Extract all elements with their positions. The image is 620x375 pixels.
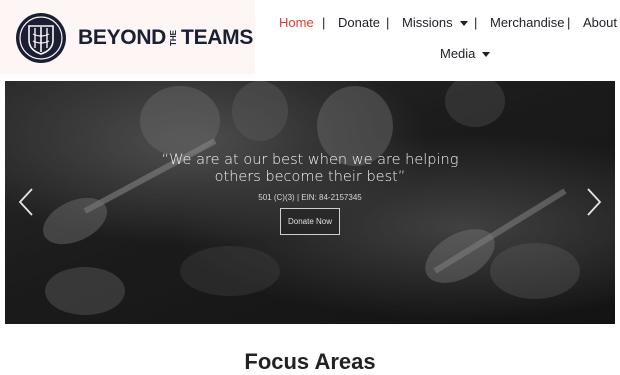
main-nav: Home | Donate | Missions | Merchandise |… (260, 0, 620, 74)
logo-word-teams: TEAMS (181, 26, 254, 49)
chevron-down-icon (482, 52, 491, 58)
nav-separator: | (474, 15, 478, 30)
anchor-shield-icon (16, 13, 66, 63)
nav-media-label: Media (440, 46, 476, 61)
nav-donate[interactable]: Donate (338, 15, 380, 30)
hero-overlay (5, 81, 615, 324)
nav-separator: | (386, 15, 390, 30)
donate-now-button[interactable]: Donate Now (280, 208, 340, 235)
hero-quote: “We are at our best when we are helping … (161, 152, 459, 185)
chevron-down-icon (459, 21, 468, 27)
logo-word-beyond: BEYOND (78, 26, 167, 49)
chevron-right-icon[interactable] (586, 187, 602, 217)
nav-separator: | (567, 15, 571, 30)
nav-missions[interactable]: Missions (402, 15, 468, 30)
logo-word-the: THE (169, 30, 179, 46)
nav-media[interactable]: Media (440, 46, 491, 61)
nav-merchandise[interactable]: Merchandise (490, 15, 564, 30)
logo-panel[interactable]: BEYOND THE TEAMS (0, 0, 255, 74)
nav-about[interactable]: About U (583, 15, 620, 30)
nav-home[interactable]: Home (279, 15, 314, 30)
nav-missions-label: Missions (402, 15, 453, 30)
section-title: Focus Areas (244, 349, 376, 375)
hero-slider: “We are at our best when we are helping … (5, 81, 615, 324)
nav-separator: | (322, 15, 326, 30)
ein-text: 501 (C)(3) | EIN: 84-2157345 (258, 193, 362, 202)
chevron-left-icon[interactable] (18, 187, 34, 217)
logo-wordmark: BEYOND THE TEAMS (78, 25, 253, 51)
